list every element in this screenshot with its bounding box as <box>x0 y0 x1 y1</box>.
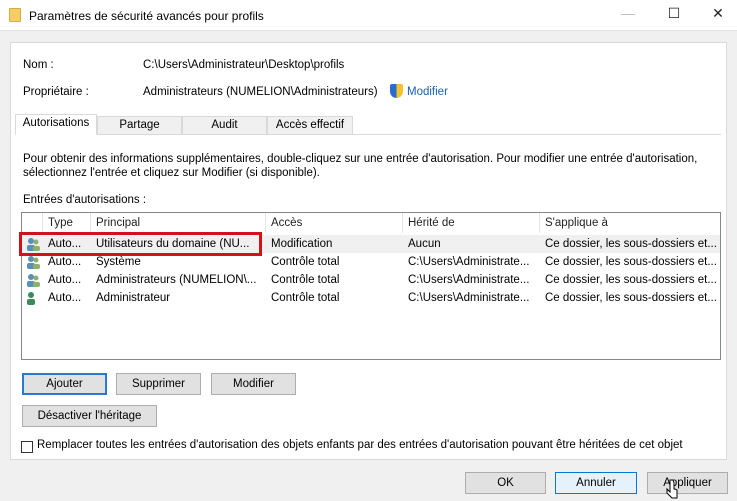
maximize-button[interactable]: ☐ <box>663 5 685 25</box>
row-principal: Administrateur <box>96 292 171 304</box>
column-header-applies[interactable]: S'applique à <box>540 213 720 233</box>
window-title: Paramètres de sécurité avancés pour prof… <box>29 9 264 23</box>
add-button[interactable]: Ajouter <box>22 373 107 395</box>
column-header-access[interactable]: Accès <box>266 213 403 233</box>
row-access: Contrôle total <box>271 274 340 286</box>
row-type: Auto... <box>48 292 82 304</box>
cancel-button[interactable]: Annuler <box>555 472 637 494</box>
table-row[interactable]: Auto... Administrateurs (NUMELION\... Co… <box>22 271 720 289</box>
row-access: Contrôle total <box>271 256 340 268</box>
row-type: Auto... <box>48 274 82 286</box>
group-icon <box>26 255 40 269</box>
table-row[interactable]: Auto... Administrateur Contrôle total C:… <box>22 289 720 307</box>
edit-button[interactable]: Modifier <box>211 373 296 395</box>
column-header-principal[interactable]: Principal <box>91 213 266 233</box>
uac-shield-icon <box>390 84 403 98</box>
column-header-type[interactable]: Type <box>43 213 91 233</box>
row-applies: Ce dossier, les sous-dossiers et... <box>545 238 717 250</box>
tab-audit[interactable]: Audit <box>182 116 267 135</box>
entries-label: Entrées d'autorisations : <box>23 194 147 206</box>
ok-button[interactable]: OK <box>465 472 546 494</box>
row-inherited: C:\Users\Administrate... <box>408 292 530 304</box>
row-access: Contrôle total <box>271 292 340 304</box>
column-header-icon[interactable] <box>22 213 43 233</box>
description-text: Pour obtenir des informations supplément… <box>23 153 698 179</box>
highlight-box <box>19 232 262 256</box>
folder-icon <box>9 8 21 22</box>
user-icon <box>26 291 40 305</box>
tab-partage[interactable]: Partage <box>97 116 182 135</box>
row-inherited: C:\Users\Administrate... <box>408 256 530 268</box>
row-applies: Ce dossier, les sous-dossiers et... <box>545 292 717 304</box>
name-label: Nom : <box>23 59 54 71</box>
row-inherited: Aucun <box>408 238 441 250</box>
owner-change-link[interactable]: Modifier <box>407 86 448 98</box>
row-applies: Ce dossier, les sous-dossiers et... <box>545 256 717 268</box>
group-icon <box>26 273 40 287</box>
column-header-inherited[interactable]: Hérité de <box>403 213 540 233</box>
replace-child-entries-checkbox[interactable] <box>21 441 33 453</box>
minimize-button[interactable]: — <box>617 5 639 25</box>
apply-button[interactable]: Appliquer <box>647 472 728 494</box>
owner-label: Propriétaire : <box>23 86 89 98</box>
remove-button[interactable]: Supprimer <box>116 373 201 395</box>
close-button[interactable]: ✕ <box>707 5 729 25</box>
row-applies: Ce dossier, les sous-dossiers et... <box>545 274 717 286</box>
row-principal: Administrateurs (NUMELION\... <box>96 274 257 286</box>
row-inherited: C:\Users\Administrate... <box>408 274 530 286</box>
name-value: C:\Users\Administrateur\Desktop\profils <box>143 59 345 71</box>
owner-value: Administrateurs (NUMELION\Administrateur… <box>143 86 378 98</box>
tab-acces-effectif[interactable]: Accès effectif <box>267 116 353 135</box>
tab-autorisations[interactable]: Autorisations <box>15 114 97 135</box>
replace-child-entries-label[interactable]: Remplacer toutes les entrées d'autorisat… <box>37 439 683 451</box>
disable-inheritance-button[interactable]: Désactiver l'héritage <box>22 405 157 427</box>
row-access: Modification <box>271 238 333 250</box>
mouse-cursor-icon <box>666 479 678 499</box>
